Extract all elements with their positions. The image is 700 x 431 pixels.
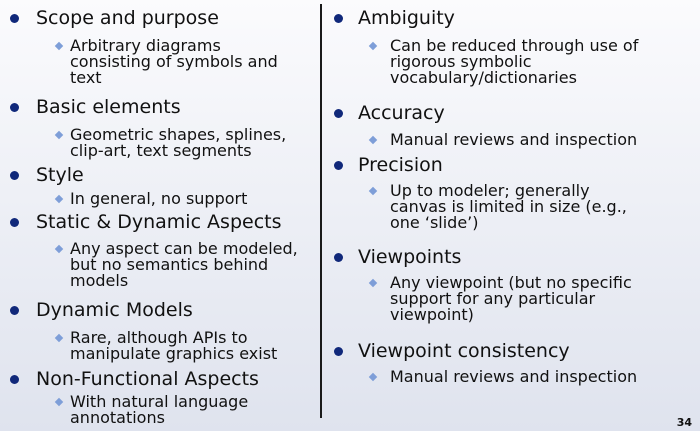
- bullet-icon: [10, 171, 19, 180]
- diamond-bullet-icon: [54, 41, 64, 51]
- sub-text: Geometric shapes, splines, clip-art, tex…: [70, 125, 287, 160]
- heading: Non-Functional Aspects: [36, 368, 259, 390]
- bullet-icon: [10, 375, 19, 384]
- bullet-icon: [334, 347, 343, 356]
- sub-text: Any aspect can be modeled, but no semant…: [70, 239, 298, 290]
- bullet-icon: [10, 14, 19, 23]
- bullet-icon: [10, 306, 19, 315]
- diamond-bullet-icon: [54, 244, 64, 254]
- sub-text: Manual reviews and inspection: [390, 130, 638, 149]
- sub-text: Manual reviews and inspection: [390, 367, 638, 386]
- diamond-bullet-icon: [368, 186, 378, 196]
- diamond-bullet-icon: [368, 372, 378, 382]
- bullet-icon: [334, 14, 343, 23]
- diamond-bullet-icon: [54, 130, 64, 140]
- diamond-bullet-icon: [54, 194, 64, 204]
- heading: Viewpoints: [358, 246, 462, 268]
- bullet-icon: [334, 161, 343, 170]
- heading: Dynamic Models: [36, 299, 193, 321]
- heading: Precision: [358, 154, 443, 176]
- heading: Accuracy: [358, 102, 445, 124]
- heading: Basic elements: [36, 96, 181, 118]
- bullet-icon: [10, 103, 19, 112]
- diamond-bullet-icon: [368, 278, 378, 288]
- bullet-icon: [334, 109, 343, 118]
- sub-text: Arbitrary diagrams consisting of symbols…: [70, 36, 278, 87]
- diamond-bullet-icon: [54, 397, 64, 407]
- heading: Viewpoint consistency: [358, 340, 570, 362]
- bullet-icon: [10, 218, 19, 227]
- sub-text: Up to modeler; generally canvas is limit…: [390, 181, 627, 232]
- diamond-bullet-icon: [54, 333, 64, 343]
- diamond-bullet-icon: [368, 41, 378, 51]
- sub-text: With natural language annotations: [70, 392, 249, 427]
- sub-text: Any viewpoint (but no specific support f…: [390, 273, 632, 324]
- diamond-bullet-icon: [368, 135, 378, 145]
- sub-text: Can be reduced through use of rigorous s…: [390, 36, 639, 87]
- column-divider: [320, 4, 322, 418]
- bullet-icon: [334, 253, 343, 262]
- heading: Scope and purpose: [36, 7, 219, 29]
- sub-text: In general, no support: [70, 189, 248, 208]
- sub-text: Rare, although APIs to manipulate graphi…: [70, 328, 278, 363]
- page-number: 34: [676, 416, 692, 429]
- heading: Static & Dynamic Aspects: [36, 211, 282, 233]
- heading: Ambiguity: [358, 7, 455, 29]
- heading: Style: [36, 164, 84, 186]
